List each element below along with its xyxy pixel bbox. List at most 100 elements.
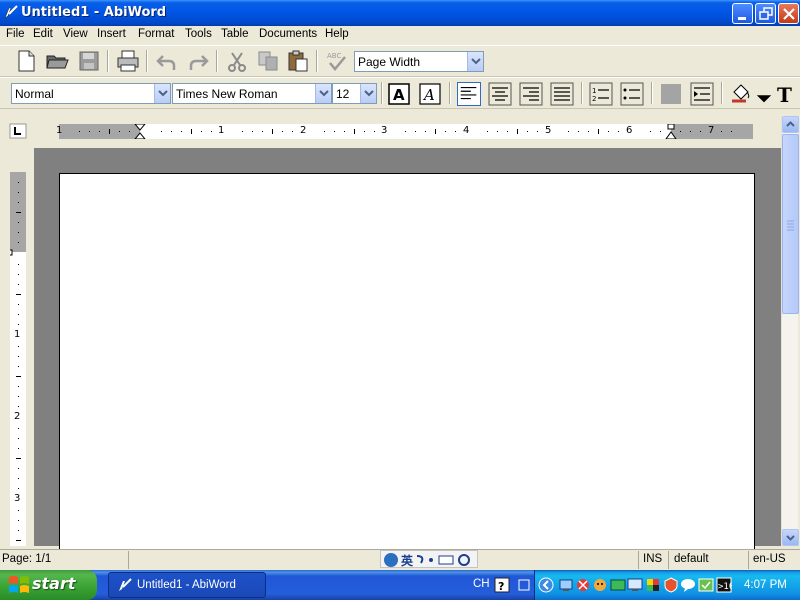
menu-documents[interactable]: Documents [259,28,317,40]
status-divider [668,551,669,569]
align-right-icon[interactable] [519,82,543,106]
chevron-down-icon [786,535,795,541]
help-icon[interactable]: ? [494,577,510,593]
save-icon[interactable] [77,49,101,73]
menu-help[interactable]: Help [325,28,349,40]
spellcheck-icon[interactable]: ABC [325,49,349,73]
minimize-button[interactable] [732,3,753,24]
chevron-down-icon[interactable] [360,84,376,103]
clock[interactable]: 4:07 PM [744,579,787,591]
fill-color-icon[interactable] [729,82,753,106]
menu-insert[interactable]: Insert [97,28,126,40]
align-left-icon[interactable] [457,82,481,106]
tab-stop-selector[interactable] [8,123,28,139]
scroll-thumb[interactable] [782,134,799,314]
menu-bar: File Edit View Insert Format Tools Table… [0,26,800,45]
undo-icon[interactable] [155,50,179,74]
abiword-pen-icon [3,4,19,20]
zoom-select[interactable]: Page Width [354,51,484,72]
cut-icon[interactable] [225,50,249,74]
toolbar-separator [107,50,109,72]
taskbar-button-label: Untitled1 - AbiWord [137,579,236,591]
scroll-up-button[interactable] [782,116,799,133]
menu-view[interactable]: View [63,28,88,40]
chevron-down-icon[interactable] [315,84,331,103]
tray-expand-icon[interactable] [538,577,554,593]
open-folder-icon[interactable] [45,49,69,73]
grip-icon [787,220,794,231]
vertical-scrollbar[interactable] [781,116,799,546]
highlight-color-icon[interactable] [659,82,683,106]
windows-logo-icon [9,576,29,593]
toolbar-separator [381,82,383,104]
svg-text:英: 英 [401,553,414,568]
font-value: Times New Roman [176,87,278,101]
abiword-window: Untitled1 - AbiWord File Edit View Inser… [0,0,800,600]
shield-icon[interactable] [663,577,679,593]
ruler-number: 1 [218,125,225,136]
network-icon[interactable] [558,577,574,593]
menu-file[interactable]: File [6,28,25,40]
color-squares-icon[interactable] [645,577,661,593]
new-document-icon[interactable] [14,49,38,73]
status-divider [748,551,749,569]
vertical-ruler[interactable]: 1 2 3 [10,172,26,546]
italic-icon[interactable]: A [418,82,442,106]
start-button[interactable]: start [0,570,97,600]
display-icon[interactable] [610,577,626,593]
bold-icon[interactable]: A [387,82,411,106]
messenger-icon[interactable] [592,577,608,593]
input-language-indicator[interactable]: CH [473,578,490,590]
standard-toolbar: ABC Page Width [0,45,800,77]
menu-tools[interactable]: Tools [185,28,212,40]
window-title: Untitled1 - AbiWord [21,5,167,20]
svg-text:>10: >10 [718,582,732,592]
svg-text:A: A [422,86,435,104]
toolbar-separator [581,82,583,104]
command-prompt-icon[interactable]: >10 [716,577,734,593]
restore-button[interactable] [755,3,776,24]
ruler-number: 7 [708,125,715,136]
print-icon[interactable] [116,49,140,73]
start-label: start [32,574,76,593]
indent-icon[interactable] [690,82,714,106]
page-indicator: Page: 1/1 [2,553,52,565]
font-size-select[interactable]: 12 [332,83,377,104]
svg-text:?: ? [498,580,504,593]
title-bar[interactable]: Untitled1 - AbiWord [0,0,800,26]
taskbar-button-abiword[interactable]: Untitled1 - AbiWord [108,572,266,598]
bulleted-list-icon[interactable] [620,82,644,106]
close-button[interactable] [778,3,799,24]
document-canvas[interactable] [34,148,781,553]
scroll-down-button[interactable] [782,529,799,546]
copy-icon[interactable] [256,49,280,73]
speech-bubble-icon[interactable] [680,577,696,593]
align-center-icon[interactable] [488,82,512,106]
numbered-list-icon[interactable]: 12 [589,82,613,106]
toolbar-separator [721,82,723,104]
toolbar-separator [316,50,318,72]
menu-format[interactable]: Format [138,28,174,40]
style-select[interactable]: Normal [11,83,171,104]
chevron-down-icon[interactable] [154,84,170,103]
ime-toolbar[interactable]: 英 [380,550,478,568]
menu-edit[interactable]: Edit [33,28,53,40]
redo-icon[interactable] [186,50,210,74]
font-select[interactable]: Times New Roman [172,83,332,104]
horizontal-ruler[interactable]: 1 1 2 3 4 5 6 7 [56,124,753,139]
volume-icon[interactable] [698,577,714,593]
ruler-number: 4 [463,125,470,136]
justify-icon[interactable] [550,82,574,106]
monitor-icon[interactable] [627,577,643,593]
input-method-icon[interactable] [516,577,532,593]
chevron-down-icon[interactable] [752,88,772,103]
chevron-down-icon[interactable] [467,52,483,71]
insert-mode[interactable]: INS [643,553,662,565]
ruler-number: 6 [626,125,633,136]
locale-indicator: en-US [753,553,786,565]
paste-icon[interactable] [286,49,310,73]
menu-table[interactable]: Table [221,28,249,40]
antivirus-icon[interactable] [575,577,591,593]
text-color-icon[interactable]: T [774,82,798,107]
document-page[interactable] [59,173,755,553]
